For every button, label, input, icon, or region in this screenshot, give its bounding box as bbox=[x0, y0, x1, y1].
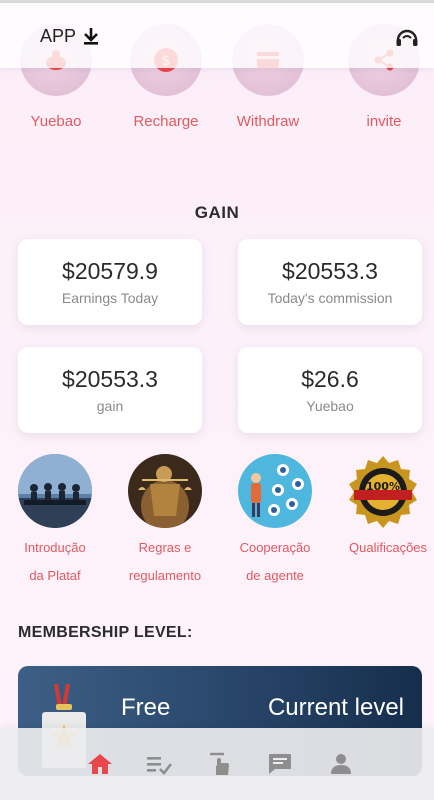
card-label: gain bbox=[96, 398, 124, 414]
card-amount: $26.6 bbox=[301, 366, 359, 392]
app-download-button[interactable]: APP bbox=[40, 25, 102, 47]
home-icon[interactable] bbox=[86, 750, 114, 778]
top-header: APP bbox=[0, 0, 434, 68]
card-label: Yuebao bbox=[306, 398, 354, 414]
feature-label: Cooperação de agente bbox=[220, 534, 330, 590]
task-list-icon[interactable] bbox=[145, 750, 173, 778]
current-level-label: Current level bbox=[267, 694, 404, 721]
card-amount: $20553.3 bbox=[282, 258, 378, 284]
level-name: Free bbox=[121, 694, 171, 721]
feature-agent-cooperation[interactable]: Cooperação de agente bbox=[220, 454, 330, 590]
quick-action-label: Recharge bbox=[133, 113, 199, 130]
card-amount: $20579.9 bbox=[62, 258, 158, 284]
feature-label: Regras e regulamento bbox=[110, 534, 220, 590]
feature-rules[interactable]: Regras e regulamento bbox=[110, 454, 220, 590]
customer-service-icon[interactable] bbox=[394, 25, 420, 51]
gain-card: $20553.3 gain bbox=[18, 347, 202, 433]
app-label: APP bbox=[40, 25, 77, 46]
feature-label-line2: de agente bbox=[246, 568, 304, 583]
profile-icon[interactable] bbox=[327, 750, 355, 778]
membership-level-title: MEMBERSHIP LEVEL: bbox=[18, 624, 193, 641]
feature-qualifications[interactable]: 100% Qualificações bbox=[338, 454, 434, 562]
feature-label: Introdução da Plataf bbox=[0, 534, 110, 590]
tap-icon[interactable] bbox=[206, 750, 234, 778]
feature-label-line1: Introdução bbox=[24, 540, 86, 555]
feature-label-line2: regulamento bbox=[128, 568, 202, 583]
feature-label-line1: Cooperação bbox=[239, 540, 311, 555]
guarantee-seal-image: 100% bbox=[346, 454, 420, 528]
quick-action-label: invite bbox=[366, 113, 402, 130]
feature-platform-intro[interactable]: Introdução da Plataf bbox=[0, 454, 110, 590]
svg-text:100%: 100% bbox=[366, 480, 400, 493]
download-icon bbox=[84, 28, 99, 45]
card-label: Today's commission bbox=[267, 290, 393, 306]
earnings-today-card: $20579.9 Earnings Today bbox=[18, 239, 202, 325]
meeting-room-image bbox=[18, 454, 92, 528]
card-amount: $20553.3 bbox=[62, 366, 158, 392]
gain-title: GAIN bbox=[194, 203, 240, 222]
quick-action-label: Yuebao bbox=[30, 113, 82, 130]
quick-action-label: Withdraw bbox=[236, 113, 300, 130]
card-label: Earnings Today bbox=[61, 290, 159, 306]
yuebao-card: $26.6 Yuebao bbox=[238, 347, 422, 433]
feature-label-line2: da Plataf bbox=[29, 568, 81, 583]
feature-label-line1: Regras e bbox=[138, 540, 192, 555]
justice-statue-image bbox=[128, 454, 202, 528]
todays-commission-card: $20553.3 Today's commission bbox=[238, 239, 422, 325]
feature-label: Qualificações bbox=[338, 534, 434, 562]
agent-network-image bbox=[238, 454, 312, 528]
message-icon[interactable] bbox=[266, 750, 294, 778]
feature-label-line1: Qualificações bbox=[349, 540, 428, 555]
bottom-tab-bar bbox=[0, 728, 434, 800]
